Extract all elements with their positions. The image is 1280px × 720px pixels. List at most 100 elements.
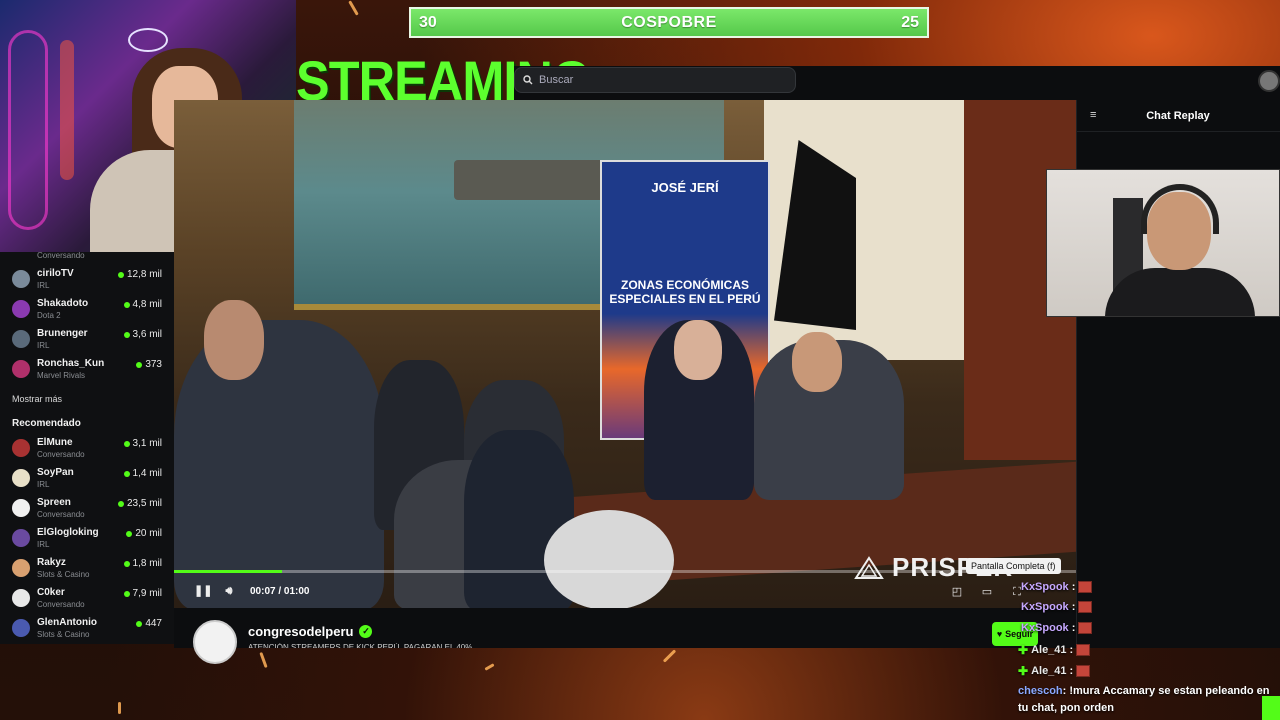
plus-badge-icon: ✚	[1018, 664, 1029, 678]
chat-line: KxSpook:	[1018, 581, 1093, 593]
sidebar-channel[interactable]: SoyPan IRL 1,4 mil	[12, 465, 166, 495]
sidebar-channel-name: Brunenger	[37, 328, 88, 339]
viewer-count-text: 12,8 mil	[126, 269, 162, 280]
sidebar-channel[interactable]: GlenAntonio Slots & Casino 447	[12, 615, 166, 645]
headset-icon	[1141, 184, 1219, 234]
viewer-count-text: 3,1 mil	[132, 438, 162, 449]
emote-icon	[1078, 601, 1093, 613]
stream-title: ATENCIÓN STREAMERS DE KICK PERÚ, PAGARAN…	[248, 643, 473, 648]
sidebar-channel[interactable]: C0ker Conversando 7,9 mil	[12, 585, 166, 615]
channel-avatar	[12, 529, 30, 547]
live-dot-icon	[117, 500, 124, 507]
viewer-count-text: 23,5 mil	[126, 498, 162, 509]
viewer-count-text: 3,6 mil	[132, 329, 162, 340]
second-webcam	[1046, 169, 1280, 317]
chat-line: ✚ Ale_41:	[1018, 643, 1091, 657]
live-dot-icon	[126, 530, 133, 537]
channel-name[interactable]: congresodelperu	[248, 624, 353, 639]
sidebar-channel-category: IRL	[37, 341, 50, 350]
recommended-heading: Recomendado	[12, 418, 81, 429]
sidebar-channel-name: C0ker	[37, 587, 65, 598]
channel-avatar	[12, 589, 30, 607]
viewer-count-text: 1,4 mil	[132, 468, 162, 479]
search-icon	[523, 75, 533, 85]
sidebar-channel-name: GlenAntonio	[37, 617, 97, 628]
sidebar-channel[interactable]: Rakyz Slots & Casino 1,8 mil	[12, 555, 166, 585]
chat-username[interactable]: KxSpook	[1021, 622, 1069, 634]
channel-avatar	[12, 330, 30, 348]
sidebar-channel-name: ElMune	[37, 437, 73, 448]
scoreboard: 30 COSPOBRE 25	[409, 7, 929, 38]
viewer-count: 373	[136, 359, 162, 370]
volume-icon[interactable]: 🔊︎	[222, 584, 236, 598]
live-dot-icon	[117, 271, 124, 278]
banner-subtitle: ZONAS ECONÓMICAS ESPECIALES EN EL PERÚ	[609, 278, 761, 306]
chat-username[interactable]: Ale_41	[1031, 644, 1066, 656]
chat-separator: :	[1071, 601, 1076, 613]
corner-button[interactable]	[1262, 696, 1280, 720]
sidebar-channel-category: IRL	[37, 540, 50, 549]
chat-line: KxSpook:	[1018, 622, 1093, 634]
viewer-count: 7,9 mil	[123, 588, 162, 599]
sidebar: Conversando ciriloTV IRL 12,8 mil Shakadoto…	[0, 252, 174, 644]
chat-username[interactable]: KxSpook	[1021, 601, 1069, 613]
sidebar-partial-category: Conversando	[37, 251, 85, 260]
sidebar-channel[interactable]: Ronchas_Kun Marvel Rivals 373	[12, 356, 166, 386]
chat-username[interactable]: Ale_41	[1031, 665, 1066, 677]
chat-line: ✚ Ale_41:	[1018, 664, 1091, 678]
viewer-count: 3,6 mil	[123, 329, 162, 340]
live-dot-icon	[136, 361, 143, 368]
pip-icon[interactable]: ◰	[950, 585, 964, 599]
banner-title: JOSÉ JERÍ	[651, 180, 719, 195]
viewer-count: 3,1 mil	[123, 438, 162, 449]
live-dot-icon	[123, 331, 130, 338]
sidebar-channel-name: Ronchas_Kun	[37, 358, 105, 369]
search-placeholder: Buscar	[539, 74, 574, 86]
viewer-count-text: 4,8 mil	[132, 299, 162, 310]
heart-icon: ♥	[996, 629, 1003, 639]
chat-line: KxSpook:	[1018, 601, 1093, 613]
live-dot-icon	[123, 440, 130, 447]
sidebar-channel[interactable]: ElGlogloking IRL 20 mil	[12, 525, 166, 555]
sidebar-channel[interactable]: ElMune Conversando 3,1 mil	[12, 435, 166, 465]
scoreboard-title: COSPOBRE	[621, 13, 717, 31]
search-input[interactable]: Buscar	[514, 67, 796, 93]
user-avatar[interactable]	[1258, 70, 1280, 92]
emote-icon	[1076, 644, 1091, 656]
chat-message-user[interactable]: chescoh	[1018, 685, 1063, 697]
video-progress-bar[interactable]	[174, 570, 1076, 573]
sidebar-channel[interactable]: Spreen Conversando 23,5 mil	[12, 495, 166, 525]
sidebar-channel[interactable]: Shakadoto Dota 2 4,8 mil	[12, 296, 166, 326]
video-time: 00:07 / 01:00	[250, 585, 310, 597]
emote-icon	[1076, 665, 1091, 677]
player-controls-right: ◰ ▭ ⛶	[950, 585, 1024, 599]
triangle-logo-icon	[854, 555, 884, 579]
sidebar-channel-category: Conversando	[37, 510, 85, 519]
viewer-count: 12,8 mil	[117, 269, 162, 280]
viewer-count: 447	[136, 618, 162, 629]
viewer-count: 4,8 mil	[123, 299, 162, 310]
sidebar-channel-category: Slots & Casino	[37, 570, 90, 579]
show-more-link[interactable]: Mostrar más	[12, 394, 166, 404]
live-dot-icon	[123, 470, 130, 477]
sidebar-channel[interactable]: ciriloTV IRL 12,8 mil	[12, 266, 166, 296]
viewer-count-text: 20 mil	[135, 528, 162, 539]
progress-fill	[174, 570, 283, 573]
sidebar-channel-name: ElGlogloking	[37, 527, 99, 538]
sidebar-channel-category: IRL	[37, 480, 50, 489]
video-player[interactable]: JOSÉ JERÍ ZONAS ECONÓMICAS ESPECIALES EN…	[174, 100, 1076, 608]
chat-message: chescoh: !mura Accamary se estan peleand…	[1018, 683, 1278, 717]
score-left: 30	[419, 13, 437, 31]
chat-menu-icon[interactable]: ≡	[1090, 109, 1096, 121]
viewer-count-text: 447	[145, 618, 162, 629]
sidebar-channel[interactable]: Brunenger IRL 3,6 mil	[12, 326, 166, 356]
sidebar-channel-name: ciriloTV	[37, 268, 74, 279]
channel-avatar[interactable]	[193, 620, 237, 664]
sidebar-channel-category: Conversando	[37, 450, 85, 459]
pause-icon[interactable]: ❚❚	[194, 584, 212, 598]
channel-avatar	[12, 300, 30, 318]
chat-username[interactable]: KxSpook	[1021, 581, 1069, 593]
channel-avatar	[12, 360, 30, 378]
theater-mode-icon[interactable]: ▭	[980, 585, 994, 599]
channel-avatar	[12, 270, 30, 288]
